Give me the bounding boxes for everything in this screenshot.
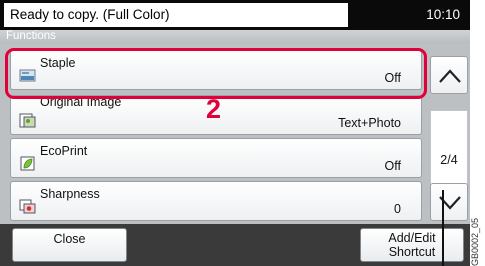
section-title: Functions (0, 30, 470, 43)
scroll-up-button[interactable] (430, 56, 468, 94)
staple-icon (19, 69, 36, 82)
ecoprint-leaf-icon (20, 156, 35, 171)
close-button[interactable]: Close (12, 228, 127, 262)
add-edit-label: Add/Edit (388, 231, 436, 245)
close-button-label: Close (53, 232, 86, 246)
add-edit-shortcut-button[interactable]: Add/Edit Shortcut (360, 228, 464, 262)
shortcut-label: Shortcut (388, 245, 436, 259)
original-image-icon (19, 113, 36, 128)
status-message: Ready to copy. (Full Color) (4, 3, 348, 27)
callout-line (442, 190, 444, 266)
function-value: Off (384, 159, 401, 173)
top-status-bar: Ready to copy. (Full Color) 10:10 (0, 0, 470, 30)
function-value: Off (384, 71, 401, 85)
step-number: 2 (206, 94, 222, 124)
function-row-staple[interactable]: Staple Off (10, 50, 422, 90)
function-row-ecoprint[interactable]: EcoPrint Off (10, 138, 422, 178)
figure-code: GB0002_05 (470, 217, 480, 266)
function-row-sharpness[interactable]: Sharpness 0 (10, 181, 422, 221)
sharpness-icon (19, 199, 36, 214)
function-list: Staple Off Original Image Text+Photo Eco… (0, 43, 470, 224)
function-label: Original Image (40, 95, 122, 109)
clock: 10:10 (426, 7, 460, 22)
chevron-up-icon (439, 69, 461, 83)
page-number: 2/4 (440, 153, 458, 167)
function-label: Sharpness (40, 187, 100, 201)
scroll-down-button[interactable] (430, 183, 468, 221)
function-value: Text+Photo (338, 116, 401, 130)
chevron-down-icon (439, 196, 461, 210)
function-label: EcoPrint (40, 144, 88, 158)
function-value: 0 (394, 202, 401, 216)
function-label: Staple (40, 56, 76, 70)
bottom-bar: Close Add/Edit Shortcut (0, 224, 470, 266)
page-navigation: 2/4 (430, 52, 468, 222)
copy-functions-screen: Ready to copy. (Full Color) 10:10 Functi… (0, 0, 470, 266)
